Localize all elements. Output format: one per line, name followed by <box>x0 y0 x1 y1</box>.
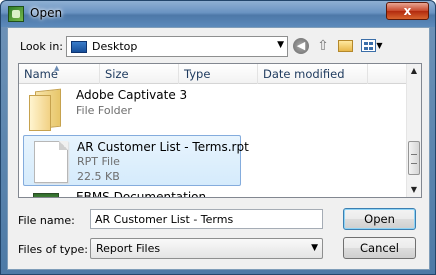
desktop-icon <box>71 41 87 53</box>
open-dialog: Open x Look in: Desktop ▼ ◀ ⇧ ▼ ▲ Name Si… <box>0 0 436 275</box>
chevron-down-icon: ▼ <box>277 40 284 50</box>
open-button[interactable]: Open <box>343 208 416 230</box>
folder-icon <box>29 87 63 131</box>
list-item-selected[interactable]: AR Customer List - Terms.rpt RPT File 22… <box>23 135 249 186</box>
chevron-down-icon: ▼ <box>311 243 318 253</box>
file-type-label: Files of type: <box>18 243 89 256</box>
caret-down-icon: ▼ <box>376 41 383 50</box>
scroll-up-icon[interactable]: ▲ <box>407 64 421 78</box>
item-type: File Folder <box>76 104 132 117</box>
look-in-dropdown[interactable]: Desktop ▼ <box>66 36 288 57</box>
close-button[interactable]: x <box>386 2 429 20</box>
column-header-date[interactable]: Date modified <box>258 64 368 84</box>
look-in-value: Desktop <box>92 40 138 53</box>
file-type-dropdown[interactable]: Report Files ▼ <box>90 238 323 259</box>
item-name: Adobe Captivate 3 <box>76 88 188 102</box>
back-icon: ◀ <box>293 38 309 54</box>
item-type: RPT File <box>77 155 120 168</box>
views-icon <box>361 39 377 52</box>
up-folder-button[interactable]: ⇧ <box>313 36 333 56</box>
file-name-label: File name: <box>18 214 75 227</box>
vertical-scrollbar[interactable]: ▲ ▼ <box>406 64 421 197</box>
title-bar[interactable]: Open x <box>1 1 435 27</box>
dialog-body: Look in: Desktop ▼ ◀ ⇧ ▼ ▲ Name Size Type… <box>7 27 430 270</box>
item-name: EBMS Documentation - <box>76 190 215 198</box>
new-folder-icon <box>337 40 353 52</box>
column-header-type[interactable]: Type <box>179 64 258 84</box>
up-folder-icon: ⇧ <box>317 38 329 54</box>
views-button[interactable]: ▼ <box>358 36 386 56</box>
file-name-input[interactable] <box>90 209 323 229</box>
item-name: AR Customer List - Terms.rpt <box>77 140 249 154</box>
file-type-value: Report Files <box>96 242 161 255</box>
app-icon <box>8 6 24 22</box>
scrollbar-thumb[interactable] <box>408 141 420 175</box>
column-header-size[interactable]: Size <box>100 64 179 84</box>
new-folder-button[interactable] <box>335 36 355 56</box>
folder-icon <box>33 193 59 197</box>
item-size: 22.5 KB <box>77 170 120 183</box>
look-in-label: Look in: <box>20 40 63 53</box>
sort-arrow-icon: ▲ <box>54 64 60 72</box>
file-icon <box>34 141 68 183</box>
list-item[interactable]: Adobe Captivate 3 File Folder <box>23 84 241 135</box>
window-title: Open <box>30 6 63 20</box>
list-item[interactable]: EBMS Documentation - <box>23 186 241 198</box>
scroll-down-icon[interactable]: ▼ <box>407 183 421 197</box>
back-button[interactable]: ◀ <box>291 36 311 56</box>
cancel-button[interactable]: Cancel <box>343 237 416 259</box>
file-list[interactable]: ▲ Name Size Type Date modified Adobe Capt… <box>18 63 422 198</box>
column-header-name[interactable]: ▲ Name <box>19 64 100 84</box>
column-headers: ▲ Name Size Type Date modified <box>19 64 408 84</box>
